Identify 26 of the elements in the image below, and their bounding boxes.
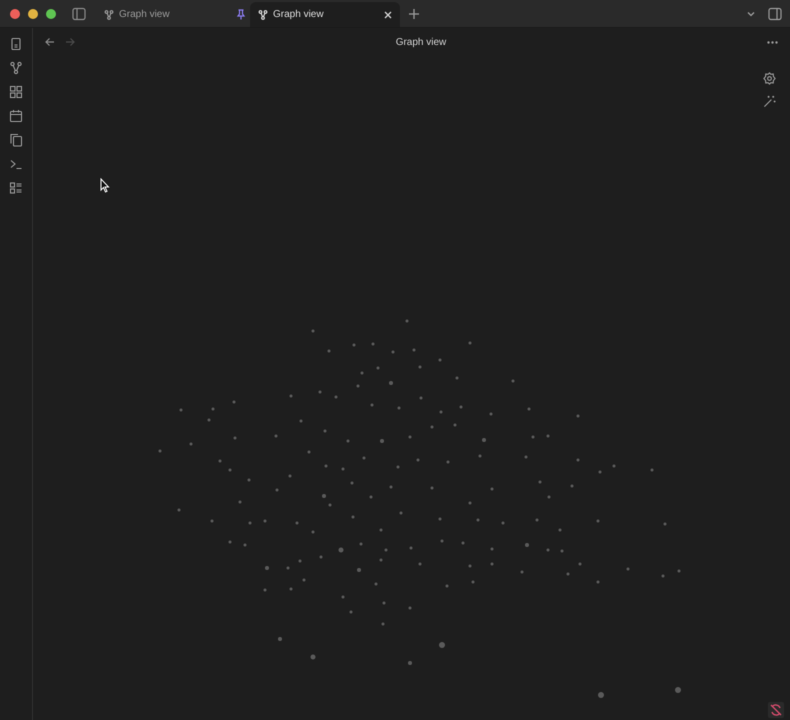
mouse-cursor-icon	[100, 178, 110, 193]
close-tab-icon[interactable]	[384, 10, 392, 18]
grid-icon[interactable]	[9, 85, 23, 99]
terminal-icon[interactable]	[9, 157, 23, 171]
sidebar-toggle-icon[interactable]	[72, 6, 86, 20]
settings-icon[interactable]	[763, 72, 776, 85]
pin-icon[interactable]	[236, 9, 246, 20]
view-title: Graph view	[396, 36, 446, 50]
sync-error-icon[interactable]	[768, 702, 784, 718]
back-arrow-icon[interactable]	[45, 37, 55, 47]
magic-wand-icon[interactable]	[763, 95, 776, 108]
new-tab-icon[interactable]	[408, 8, 420, 20]
right-sidebar-toggle-icon[interactable]	[768, 6, 782, 20]
close-window-icon[interactable]	[10, 8, 20, 18]
calendar-icon[interactable]	[9, 109, 23, 123]
list-icon[interactable]	[9, 181, 23, 195]
tab[interactable]: Graph view	[100, 2, 250, 27]
graph-icon	[104, 10, 114, 20]
copy-icon[interactable]	[9, 133, 23, 147]
tab[interactable]: Graph view	[250, 2, 400, 27]
file-icon[interactable]	[9, 37, 23, 51]
graph-icon[interactable]	[9, 61, 23, 75]
more-options-icon[interactable]	[767, 40, 778, 44]
graph-icon	[258, 10, 268, 20]
minimize-window-icon[interactable]	[28, 8, 38, 18]
maximize-window-icon[interactable]	[46, 8, 56, 18]
